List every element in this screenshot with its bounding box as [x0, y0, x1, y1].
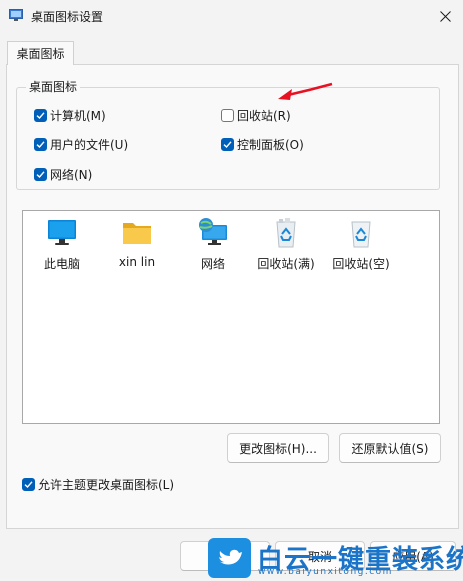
- checkbox-checked-icon: [22, 478, 35, 491]
- checkbox-label: 控制面板(O): [237, 138, 304, 152]
- annotation-arrow-icon: [278, 82, 333, 100]
- checkbox-label: 用户的文件(U): [50, 138, 129, 152]
- group-legend: 桌面图标: [26, 78, 81, 95]
- list-item[interactable]: xin lin: [102, 217, 172, 269]
- checkbox-recycle-bin[interactable]: 回收站(R): [221, 107, 291, 124]
- checkbox-network[interactable]: 网络(N): [34, 166, 92, 183]
- checkbox-label: 网络(N): [50, 168, 93, 182]
- tab-desktop-icons[interactable]: 桌面图标: [7, 41, 74, 65]
- restore-default-button[interactable]: 还原默认值(S): [339, 433, 441, 463]
- checkbox-checked-icon: [34, 168, 47, 181]
- icon-label: 此电脑: [43, 257, 80, 271]
- list-item[interactable]: 回收站(空): [326, 217, 396, 272]
- window-title: 桌面图标设置: [31, 10, 104, 24]
- monitor-icon: [48, 220, 76, 245]
- bird-logo-icon: [208, 538, 251, 578]
- icon-label: 回收站(空): [332, 257, 390, 271]
- checkbox-computer[interactable]: 计算机(M): [34, 107, 106, 124]
- checkbox-label: 回收站(R): [237, 109, 291, 123]
- checkbox-allow-theme[interactable]: 允许主题更改桌面图标(L): [22, 476, 174, 493]
- list-item[interactable]: 回收站(满): [251, 217, 321, 272]
- bird-icon: [217, 549, 242, 565]
- close-button[interactable]: [428, 0, 463, 32]
- checkbox-control-panel[interactable]: 控制面板(O): [221, 136, 304, 153]
- folder-icon: [123, 223, 151, 244]
- checkbox-checked-icon: [221, 138, 234, 151]
- icon-label: 网络: [200, 257, 225, 271]
- checkbox-label: 允许主题更改桌面图标(L): [38, 478, 175, 492]
- watermark-url: www.baiyunxitong.com: [258, 567, 393, 577]
- checkbox-checked-icon: [34, 109, 47, 122]
- checkbox-unchecked-icon: [221, 109, 234, 122]
- change-icon-button[interactable]: 更改图标(H)...: [227, 433, 329, 463]
- checkbox-user-files[interactable]: 用户的文件(U): [34, 136, 128, 153]
- list-item[interactable]: 此电脑: [27, 217, 97, 272]
- icon-label: xin lin: [118, 255, 156, 269]
- recycle-bin-empty-icon: [351, 221, 371, 248]
- icon-list: 此电脑 xin lin 网络 回收站(满) 回收站(空): [22, 210, 440, 424]
- list-item[interactable]: 网络: [178, 217, 248, 272]
- desktop-settings-icon: [9, 9, 23, 21]
- network-icon: [199, 218, 227, 245]
- icon-label: 回收站(满): [257, 257, 315, 271]
- checkbox-label: 计算机(M): [50, 109, 106, 123]
- close-icon: [440, 10, 451, 22]
- recycle-bin-full-icon: [276, 218, 296, 248]
- checkbox-checked-icon: [34, 138, 47, 151]
